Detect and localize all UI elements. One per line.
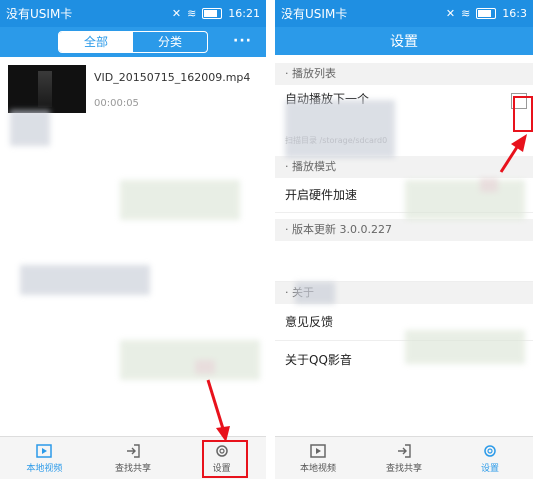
section-playlist: · 播放列表 [275,63,533,85]
blurred-region [480,178,498,192]
film-icon [310,443,326,458]
battery-icon [476,8,497,19]
video-duration: 00:00:05 [94,98,139,109]
screenshot: 没有USIM卡 ✕ ≋ 16:21 全部 分类 ··· VID_20150715… [0,0,533,479]
gear-icon [484,444,496,457]
video-name: VID_20150715_162009.mp4 [94,71,251,84]
carrier-label: 没有USIM卡 [281,7,348,21]
segment-control: 全部 分类 [58,31,208,53]
tab-find-share[interactable]: 查找共享 [361,437,447,479]
wifi-icon: ≋ [461,7,471,20]
left-phone-screen: 没有USIM卡 ✕ ≋ 16:21 全部 分类 ··· VID_20150715… [0,0,266,479]
blurred-region [120,340,260,380]
battery-icon [202,8,223,19]
blurred-region [10,110,50,146]
section-playmode: · 播放模式 [275,156,533,178]
blurred-region [285,100,395,158]
mute-icon: ✕ [171,7,182,20]
status-bar: 没有USIM卡 ✕ ≋ 16:3 [275,0,533,27]
tab-local-video[interactable]: 本地视频 [0,437,89,479]
wifi-icon: ≋ [187,7,197,20]
top-header: 设置 [275,27,533,55]
setting-version-row[interactable] [275,241,533,282]
clock-time: 16:21 [228,7,260,20]
clock-time: 16:3 [502,7,527,20]
tab-settings[interactable]: 设置 [447,437,533,479]
tab-all[interactable]: 全部 [59,32,133,52]
more-menu-icon[interactable]: ··· [233,33,252,49]
section-version: · 版本更新 3.0.0.227 [275,219,533,241]
tab-local-video[interactable]: 本地视频 [275,437,361,479]
status-bar: 没有USIM卡 ✕ ≋ 16:21 [0,0,266,27]
blurred-region [405,330,525,364]
blurred-region [405,180,525,220]
top-header: 全部 分类 ··· [0,27,266,57]
red-arrow-icon [206,379,230,442]
page-title: 设置 [390,34,418,50]
right-phone-screen: 没有USIM卡 ✕ ≋ 16:3 设置 · 播放列表 自动播放下一个 扫描目录 … [275,0,533,479]
video-thumbnail [8,65,86,113]
blurred-region [120,180,240,220]
mute-icon: ✕ [445,7,456,20]
tab-find-share[interactable]: 查找共享 [89,437,178,479]
checkbox-highlight-box [513,96,533,132]
tab-category[interactable]: 分类 [133,32,207,52]
enter-icon [127,443,140,458]
film-icon [36,443,53,458]
enter-icon [398,443,411,458]
carrier-label: 没有USIM卡 [6,7,73,21]
blurred-region [195,360,215,374]
bottom-tab-bar: 本地视频 查找共享 设置 [275,436,533,479]
red-arrow-icon [499,134,527,173]
blurred-region [295,282,335,304]
blurred-region [20,265,150,295]
settings-highlight-box [202,440,248,478]
